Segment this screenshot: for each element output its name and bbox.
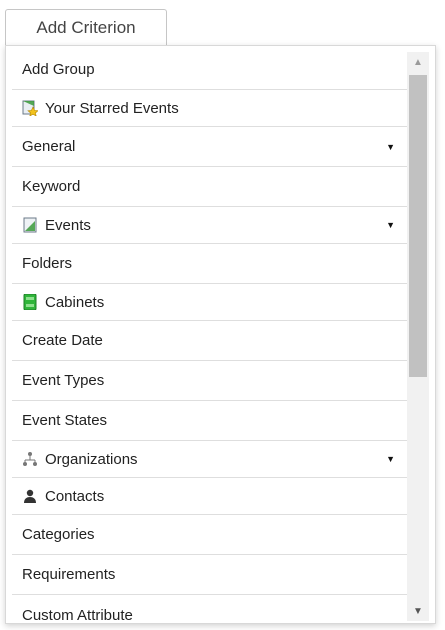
menu-item-event-states[interactable]: Event States: [12, 401, 409, 441]
events-icon: [22, 217, 38, 233]
menu-item-label: Custom Attribute: [22, 606, 133, 624]
submenu-caret-icon: ▼: [386, 454, 395, 464]
menu-list: Add Group Your Starred Events General ▼ …: [12, 50, 409, 624]
menu-item-general[interactable]: General ▼: [12, 127, 409, 167]
menu-item-label: Event States: [22, 412, 108, 429]
scroll-down-arrow-icon[interactable]: ▼: [407, 601, 429, 621]
menu-item-label: Event Types: [22, 372, 105, 389]
vertical-scrollbar[interactable]: ▲ ▼: [407, 52, 429, 621]
menu-item-label: Organizations: [45, 450, 138, 468]
menu-item-add-group[interactable]: Add Group: [12, 50, 409, 90]
scroll-up-arrow-icon[interactable]: ▲: [407, 52, 429, 72]
menu-item-label: Add Group: [22, 61, 95, 78]
menu-item-label: Events: [45, 216, 91, 234]
menu-item-label: Keyword: [22, 178, 81, 195]
submenu-caret-icon: ▼: [386, 220, 395, 230]
menu-item-label: Contacts: [45, 487, 105, 505]
menu-item-label: Folders: [22, 255, 73, 272]
contact-person-icon: [22, 488, 38, 504]
menu-item-requirements[interactable]: Requirements: [12, 555, 409, 595]
menu-item-organizations[interactable]: Organizations ▼: [12, 441, 409, 478]
menu-item-keyword[interactable]: Keyword: [12, 167, 409, 207]
menu-item-folders[interactable]: Folders: [12, 244, 409, 284]
menu-item-label: General: [22, 138, 76, 155]
menu-item-label: Create Date: [22, 332, 103, 349]
menu-item-contacts[interactable]: Contacts: [12, 478, 409, 515]
organizations-icon: [22, 451, 38, 467]
menu-item-create-date[interactable]: Create Date: [12, 321, 409, 361]
menu-item-label: Categories: [22, 526, 95, 543]
menu-item-custom-attribute[interactable]: Custom Attribute: [12, 595, 409, 624]
menu-item-cabinets[interactable]: Cabinets: [12, 284, 409, 321]
cabinet-icon: [22, 294, 38, 310]
starred-events-icon: [22, 100, 38, 116]
menu-item-your-starred-events[interactable]: Your Starred Events: [12, 90, 409, 127]
menu-item-label: Your Starred Events: [45, 99, 179, 117]
criterion-dropdown: Add Group Your Starred Events General ▼ …: [5, 45, 436, 624]
menu-item-label: Requirements: [22, 566, 116, 583]
menu-item-event-types[interactable]: Event Types: [12, 361, 409, 401]
menu-item-categories[interactable]: Categories: [12, 515, 409, 555]
scrollbar-thumb[interactable]: [409, 75, 427, 377]
menu-item-events[interactable]: Events ▼: [12, 207, 409, 244]
submenu-caret-icon: ▼: [386, 141, 395, 152]
menu-item-label: Cabinets: [45, 293, 105, 311]
add-criterion-button[interactable]: Add Criterion: [5, 9, 167, 46]
